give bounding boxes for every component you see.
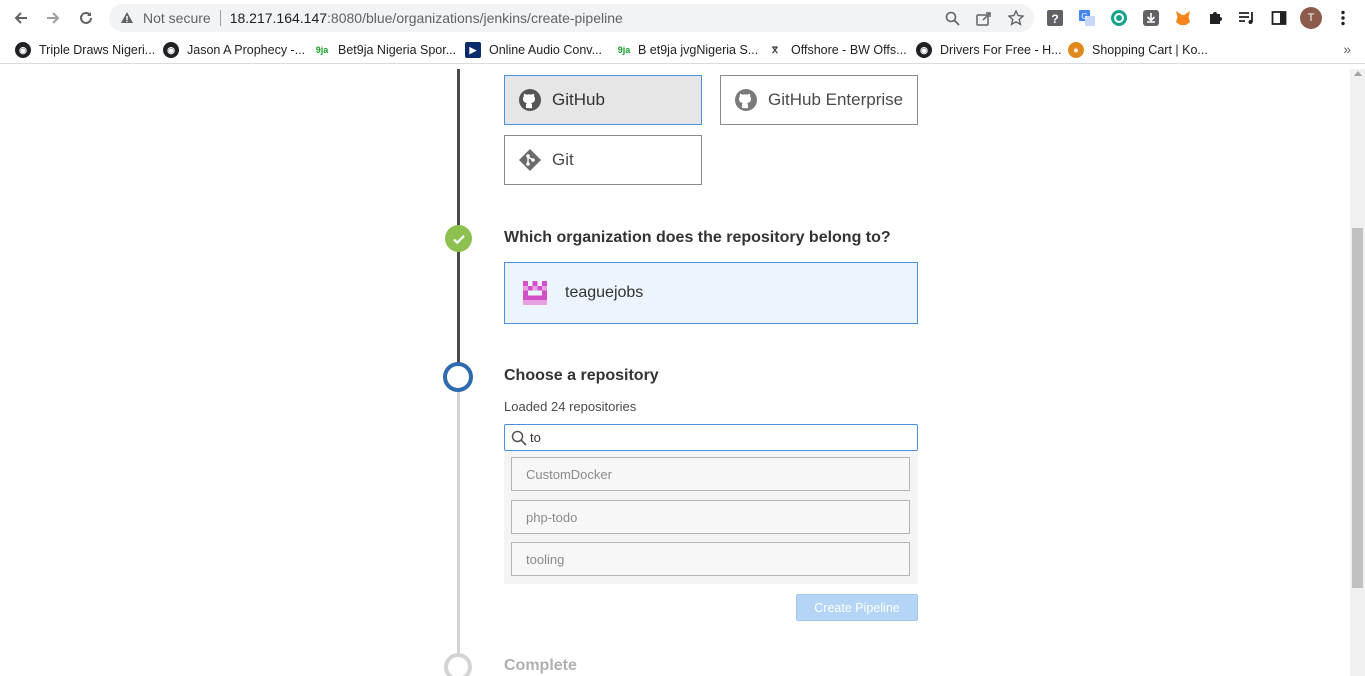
warning-icon <box>119 10 135 26</box>
profile-avatar[interactable]: T <box>1299 6 1323 30</box>
help-extension-icon[interactable]: ? <box>1043 6 1067 30</box>
search-icon <box>511 430 527 446</box>
browser-menu-icon[interactable] <box>1331 6 1355 30</box>
org-option-teaguejobs[interactable]: teaguejobs <box>504 262 918 324</box>
progress-rail-pending <box>457 391 460 655</box>
bookmark-label: Drivers For Free - H... <box>940 43 1062 57</box>
bookmark-item[interactable]: ◉ Jason A Prophecy -... <box>163 40 305 60</box>
bookmark-label: Triple Draws Nigeri... <box>39 43 156 57</box>
repo-item-customdocker[interactable]: CustomDocker <box>511 457 910 491</box>
github-enterprise-icon <box>734 88 758 112</box>
back-icon[interactable] <box>9 6 33 30</box>
forward-icon[interactable] <box>41 6 65 30</box>
bookmarks-overflow-icon[interactable]: » <box>1343 41 1351 57</box>
page-content: GitHub GitHub Enterprise Git Which organ… <box>0 69 1350 676</box>
reload-icon[interactable] <box>74 6 98 30</box>
9ja-icon: 9ja <box>315 45 329 55</box>
repo-step-title: Choose a repository <box>504 367 659 384</box>
omnibox-divider <box>219 10 221 26</box>
org-step-title: Which organization does the repository b… <box>504 229 891 246</box>
shop-icon: ● <box>1068 42 1084 58</box>
bookmarks-bar: ◉ Triple Draws Nigeri... ◉ Jason A Proph… <box>0 36 1365 64</box>
page-scrollbar[interactable] <box>1350 69 1365 676</box>
bookmark-label: Online Audio Conv... <box>489 43 603 57</box>
address-bar[interactable]: Not secure 18.217.164.147:8080/blue/orga… <box>109 4 1034 32</box>
zoom-icon[interactable] <box>942 8 962 28</box>
repo-count-text: Loaded 24 repositories <box>504 399 637 414</box>
download-extension-icon[interactable] <box>1139 6 1163 30</box>
repo-item-tooling[interactable]: tooling <box>511 542 910 576</box>
bookmark-label: B et9ja jvgNigeria S... <box>638 43 759 57</box>
globe-icon: ◉ <box>15 42 31 58</box>
repo-list: CustomDocker php-todo tooling <box>504 451 918 584</box>
svg-text:?: ? <box>1051 12 1058 26</box>
github-icon <box>518 88 542 112</box>
translate-extension-icon[interactable]: G <box>1075 6 1099 30</box>
bookmark-item[interactable]: ● Shopping Cart | Ko... <box>1068 40 1208 60</box>
play-icon: ▶ <box>465 42 481 58</box>
step-complete-check-icon <box>445 225 472 252</box>
git-button[interactable]: Git <box>504 135 702 185</box>
svg-text:G: G <box>1081 12 1087 21</box>
grammarly-extension-icon[interactable] <box>1107 6 1131 30</box>
bookmark-item[interactable]: ⴳ Offshore - BW Offs... <box>767 40 907 60</box>
repo-search-input[interactable] <box>530 430 910 445</box>
scroll-up-icon[interactable] <box>1354 71 1362 76</box>
security-label: Not secure <box>143 10 211 26</box>
bookmark-item[interactable]: 9ja Bet9ja Nigeria Spor... <box>312 40 456 60</box>
share-icon[interactable] <box>974 8 994 28</box>
scrollbar-thumb[interactable] <box>1352 228 1363 588</box>
url-text: 18.217.164.147:8080/blue/organizations/j… <box>230 10 623 26</box>
bookmark-label: Shopping Cart | Ko... <box>1092 43 1208 57</box>
create-pipeline-button[interactable]: Create Pipeline <box>796 594 918 621</box>
media-control-icon[interactable] <box>1235 6 1259 30</box>
offshore-icon: ⴳ <box>771 44 779 55</box>
github-button[interactable]: GitHub <box>504 75 702 125</box>
globe-icon: ◉ <box>163 42 179 58</box>
metamask-extension-icon[interactable] <box>1171 6 1195 30</box>
profile-initial: T <box>1300 7 1322 29</box>
repo-search-box[interactable] <box>504 424 918 451</box>
bookmark-item[interactable]: 9ja B et9ja jvgNigeria S... <box>614 40 758 60</box>
url-host: 18.217.164.147 <box>229 10 328 26</box>
bookmark-label: Bet9ja Nigeria Spor... <box>338 43 457 57</box>
step-pending-indicator <box>444 653 472 676</box>
github-label: GitHub <box>552 90 605 109</box>
url-path: :8080/blue/organizations/jenkins/create-… <box>327 10 623 26</box>
side-panel-icon[interactable] <box>1267 6 1291 30</box>
browser-toolbar: Not secure 18.217.164.147:8080/blue/orga… <box>0 0 1365 36</box>
github-enterprise-button[interactable]: GitHub Enterprise <box>720 75 918 125</box>
complete-step-title: Complete <box>504 657 577 674</box>
9ja-icon: 9ja <box>617 45 631 55</box>
step-active-indicator <box>443 362 473 392</box>
repo-item-php-todo[interactable]: php-todo <box>511 500 910 534</box>
bookmark-label: Jason A Prophecy -... <box>187 43 306 57</box>
bookmark-item[interactable]: ◉ Drivers For Free - H... <box>916 40 1062 60</box>
org-name: teaguejobs <box>565 284 644 301</box>
bookmark-item[interactable]: ▶ Online Audio Conv... <box>465 40 602 60</box>
git-label: Git <box>552 150 574 169</box>
progress-rail-completed <box>457 69 460 375</box>
bookmark-label: Offshore - BW Offs... <box>791 43 907 57</box>
github-enterprise-label: GitHub Enterprise <box>768 90 904 109</box>
git-icon <box>518 148 542 172</box>
extensions-puzzle-icon[interactable] <box>1203 6 1227 30</box>
bookmark-star-icon[interactable] <box>1006 8 1026 28</box>
org-avatar-icon <box>523 281 547 305</box>
globe-icon: ◉ <box>916 42 932 58</box>
bookmark-item[interactable]: ◉ Triple Draws Nigeri... <box>15 40 155 60</box>
